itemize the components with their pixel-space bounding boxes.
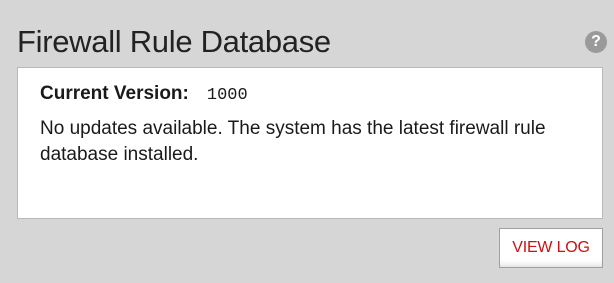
help-icon[interactable]: ? bbox=[585, 31, 607, 53]
current-version-label: Current Version: bbox=[40, 83, 189, 104]
update-status-message: No updates available. The system has the… bbox=[40, 118, 546, 165]
current-version-value: 1000 bbox=[206, 86, 248, 105]
firewall-rule-database-panel: Firewall Rule Database ? Current Version… bbox=[0, 0, 614, 283]
view-log-button[interactable]: VIEW LOG bbox=[499, 228, 603, 268]
version-row: Current Version: 1000 bbox=[40, 81, 248, 109]
panel-title: Firewall Rule Database bbox=[17, 24, 331, 59]
version-info-box: Current Version: 1000 No updates availabl… bbox=[17, 67, 603, 219]
